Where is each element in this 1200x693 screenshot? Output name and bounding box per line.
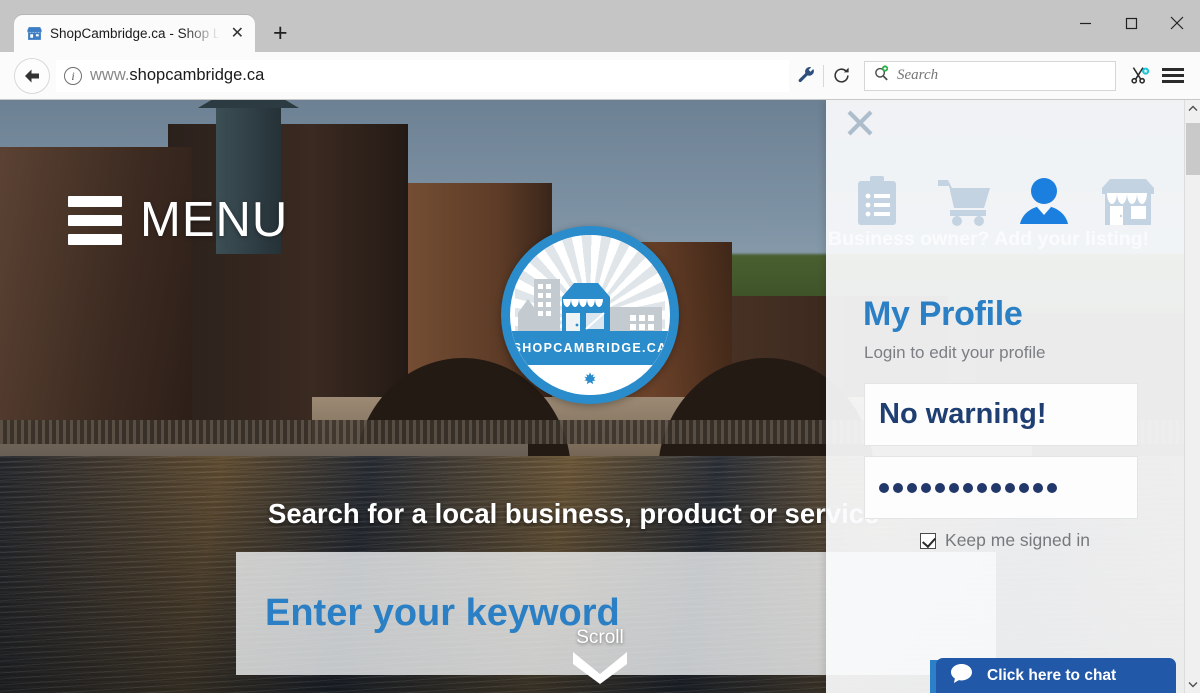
window-controls: [1062, 0, 1200, 46]
password-masked-value: [879, 482, 1057, 493]
keep-signed-in-checkbox[interactable]: [920, 532, 937, 549]
scrollbar-down-arrow[interactable]: [1185, 676, 1200, 693]
panel-close-button[interactable]: [843, 108, 877, 142]
minimize-button[interactable]: [1062, 0, 1108, 46]
reload-button[interactable]: [824, 59, 858, 93]
search-input[interactable]: Search: [864, 60, 1116, 91]
browser-tab[interactable]: ShopCambridge.ca - Shop L ✕: [14, 15, 256, 52]
scrollbar-track[interactable]: [1185, 117, 1200, 676]
search-plus-icon: [873, 64, 890, 87]
keep-signed-in-row[interactable]: Keep me signed in: [826, 530, 1184, 551]
hamburger-menu-icon: [1162, 68, 1184, 83]
profile-panel: My Profile Login to edit your profile No…: [826, 100, 1184, 693]
wrench-icon[interactable]: [789, 59, 823, 93]
username-value: No warning!: [879, 398, 1047, 430]
back-button[interactable]: [14, 57, 50, 94]
maximize-button[interactable]: [1108, 0, 1154, 46]
page-viewport: Business owner? Add your listing! MENU: [0, 100, 1200, 693]
username-field[interactable]: No warning!: [864, 383, 1138, 446]
clipboard-list-icon[interactable]: [854, 176, 910, 228]
shopping-cart-icon[interactable]: [936, 176, 992, 228]
storefront-icon[interactable]: [1100, 176, 1156, 228]
logo-wordmark-band: SHOPCAMBRIDGE.CA: [510, 331, 670, 365]
site-info-icon[interactable]: i: [64, 66, 82, 85]
new-tab-button[interactable]: +: [263, 16, 297, 50]
page-scrollbar[interactable]: [1184, 100, 1200, 693]
menu-button[interactable]: MENU: [68, 196, 288, 245]
address-bar[interactable]: i www.shopcambridge.ca: [56, 59, 789, 92]
panel-title: My Profile: [863, 295, 1023, 333]
menu-label: MENU: [140, 193, 289, 247]
navigation-toolbar: i www.shopcambridge.ca Search: [0, 52, 1200, 100]
tab-close-button[interactable]: ✕: [227, 24, 247, 44]
chat-bubble-icon: [950, 663, 973, 689]
browser-window: ShopCambridge.ca - Shop L ✕ + i www.shop…: [0, 0, 1200, 693]
scissors-icon[interactable]: [1122, 59, 1156, 93]
panel-icon-row: [854, 176, 1156, 228]
url-prefix: www.: [90, 66, 130, 84]
title-bar: ShopCambridge.ca - Shop L ✕ +: [0, 0, 1200, 52]
hamburger-menu-icon: [68, 196, 122, 245]
logo-wordmark: SHOPCAMBRIDGE.CA: [512, 341, 668, 355]
password-field[interactable]: [864, 456, 1138, 519]
keyword-placeholder: Enter your keyword: [265, 592, 620, 634]
chat-widget-button[interactable]: Click here to chat: [936, 658, 1176, 693]
scrollbar-thumb[interactable]: [1185, 123, 1200, 175]
panel-subtitle: Login to edit your profile: [864, 343, 1046, 362]
keep-signed-in-label: Keep me signed in: [945, 530, 1090, 550]
maple-leaf-icon: [583, 371, 598, 389]
url-domain: shopcambridge.ca: [129, 66, 265, 84]
chat-widget-label: Click here to chat: [987, 666, 1117, 684]
user-profile-icon[interactable]: [1018, 176, 1074, 228]
close-button[interactable]: [1154, 0, 1200, 46]
storefront-icon: [26, 25, 43, 42]
scrollbar-up-arrow[interactable]: [1185, 100, 1200, 117]
url-text: www.shopcambridge.ca: [90, 66, 264, 85]
browser-menu-button[interactable]: [1156, 59, 1190, 93]
site-logo[interactable]: SHOPCAMBRIDGE.CA: [501, 226, 679, 404]
search-placeholder: Search: [897, 67, 939, 83]
tab-title: ShopCambridge.ca - Shop L: [50, 26, 221, 41]
storefront-illustration: [518, 273, 662, 335]
tab-strip: ShopCambridge.ca - Shop L ✕ +: [0, 0, 297, 52]
toolbar-actions: Search: [789, 59, 1194, 93]
